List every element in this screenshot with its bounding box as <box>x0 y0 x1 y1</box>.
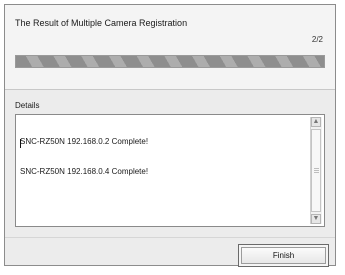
details-textarea[interactable]: SNC-RZ50N 192.168.0.2 Complete! SNC-RZ50… <box>15 114 325 227</box>
scroll-down-button[interactable]: ▼ <box>311 214 321 224</box>
progress-bar <box>15 55 325 68</box>
scrollbar-thumb[interactable] <box>311 129 321 212</box>
scroll-up-button[interactable]: ▲ <box>311 117 321 127</box>
triangle-up-icon: ▲ <box>312 118 320 125</box>
dialog-title: The Result of Multiple Camera Registrati… <box>15 18 188 28</box>
grip-line <box>314 170 319 171</box>
finish-button[interactable]: Finish <box>238 244 329 267</box>
details-log: SNC-RZ50N 192.168.0.2 Complete! SNC-RZ50… <box>20 117 306 197</box>
dialog-header: The Result of Multiple Camera Registrati… <box>5 5 335 90</box>
grip-line <box>314 172 319 173</box>
details-line: SNC-RZ50N 192.168.0.4 Complete! <box>20 167 149 176</box>
step-indicator: 2/2 <box>311 35 323 44</box>
text-caret <box>20 139 21 148</box>
details-line: SNC-RZ50N 192.168.0.2 Complete! <box>20 137 149 146</box>
vertical-scrollbar[interactable]: ▲ ▼ <box>310 117 322 224</box>
finish-button-label: Finish <box>241 247 326 264</box>
grip-line <box>314 168 319 169</box>
registration-result-dialog: The Result of Multiple Camera Registrati… <box>4 4 336 267</box>
details-label: Details <box>15 101 40 110</box>
progress-fill <box>16 56 324 67</box>
triangle-down-icon: ▼ <box>312 215 320 222</box>
footer-divider <box>5 237 335 238</box>
